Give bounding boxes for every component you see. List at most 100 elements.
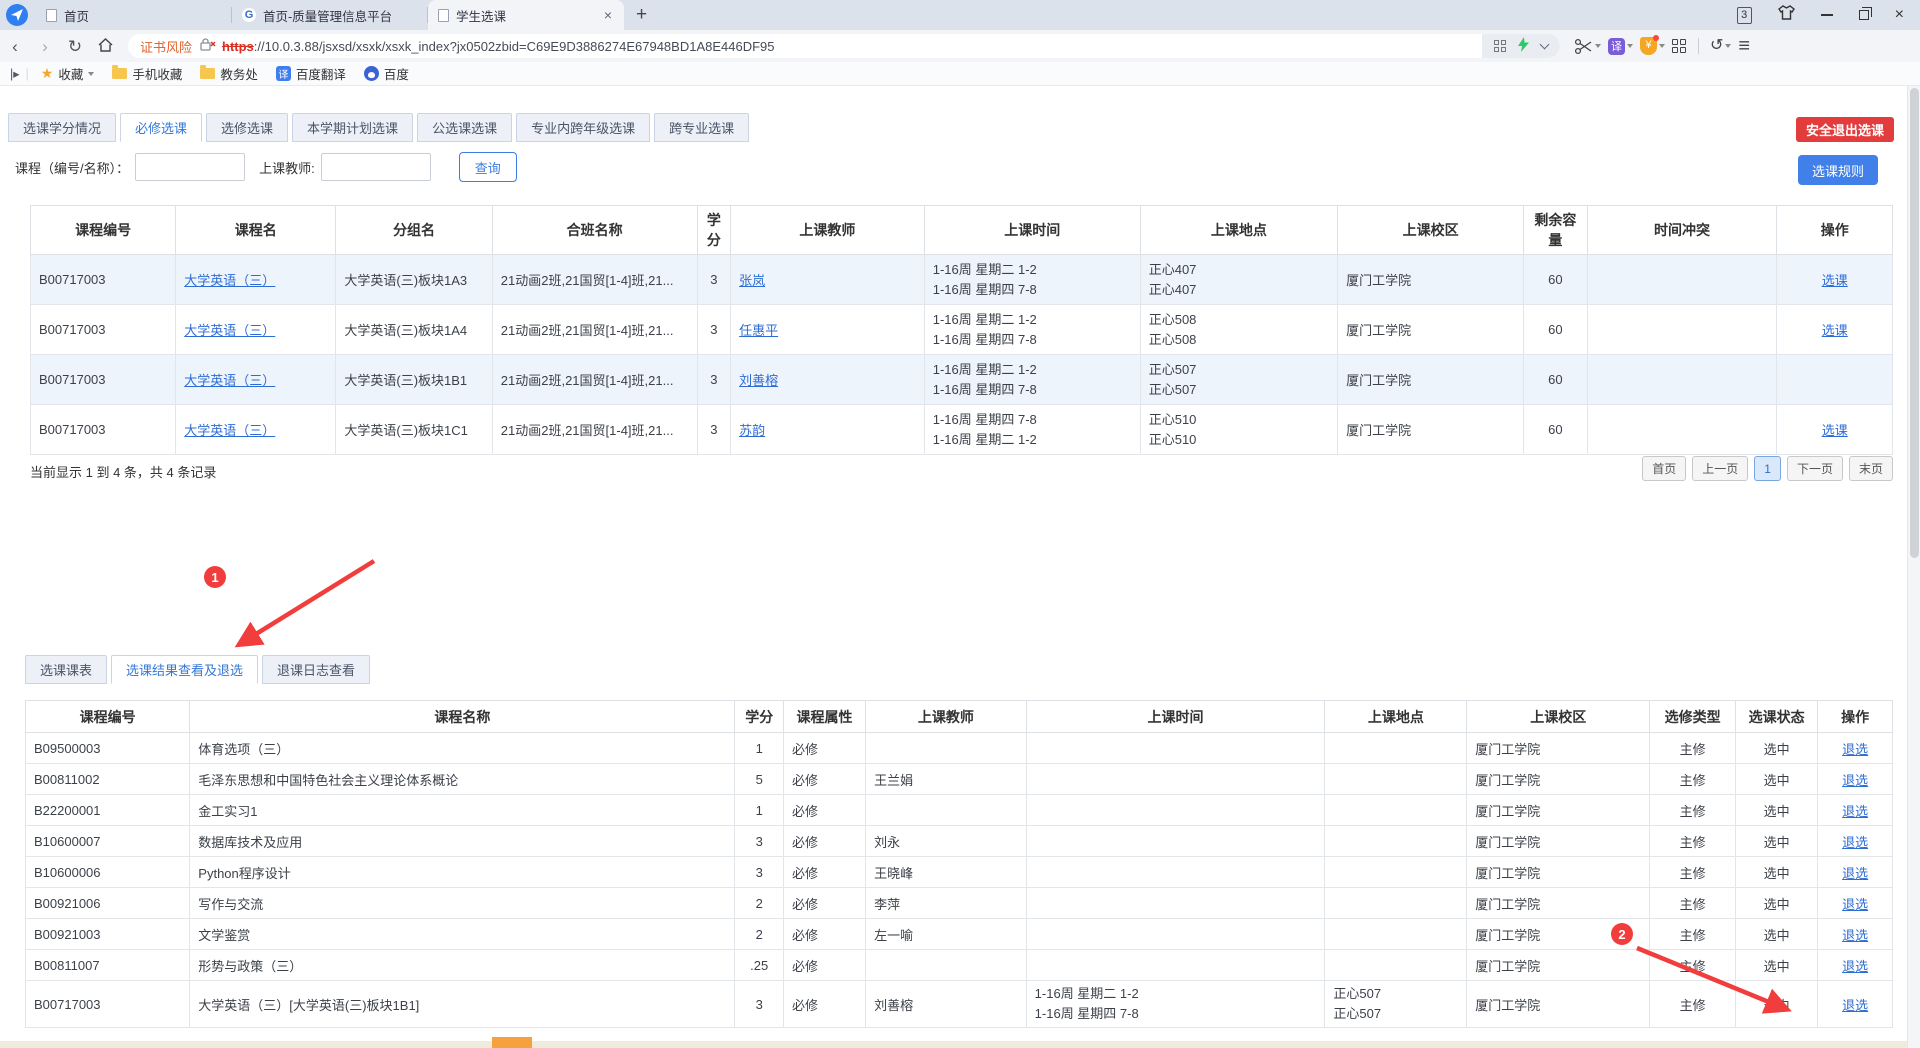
page-scrollbar[interactable] — [1907, 86, 1920, 1048]
screenshot-scissors-button[interactable] — [1574, 38, 1601, 55]
course-code: B00921006 — [34, 896, 101, 911]
caret-down-icon — [1595, 44, 1601, 48]
browser-logo-icon[interactable] — [6, 4, 28, 26]
teacher: 刘善榕 — [874, 998, 913, 1013]
elective-type: 主修 — [1680, 897, 1706, 912]
campus: 厦门工学院 — [1475, 928, 1540, 943]
withdraw-link[interactable]: 退选 — [1842, 998, 1868, 1013]
folder-icon — [112, 68, 127, 79]
select-course-link[interactable]: 选课 — [1822, 423, 1848, 438]
course-name: 数据库技术及应用 — [198, 835, 302, 850]
selected-course-row: B10600006Python程序设计3必修王晓峰厦门工学院主修选中退选 — [26, 857, 1893, 888]
teacher-filter-input[interactable] — [321, 153, 431, 181]
speed-lightning-icon[interactable] — [1518, 37, 1529, 55]
tab-course-5[interactable]: 专业内跨年级选课 — [516, 113, 650, 142]
selected-course-row: B22200001金工实习11必修厦门工学院主修选中退选 — [26, 795, 1893, 826]
course-name-link[interactable]: 大学英语（三） — [184, 323, 275, 338]
select-course-link[interactable]: 选课 — [1822, 273, 1848, 288]
teacher-link[interactable]: 苏韵 — [739, 423, 765, 438]
safe-logout-button[interactable]: 安全退出选课 — [1796, 117, 1894, 142]
tab-result-2[interactable]: 退课日志查看 — [262, 655, 370, 684]
bookmark-mobile-favorites[interactable]: 手机收藏 — [106, 64, 188, 83]
selection-status: 选中 — [1764, 773, 1790, 788]
class-time: 1-16周 星期四 7-8 — [1035, 1004, 1317, 1024]
course-name-link[interactable]: 大学英语（三） — [184, 373, 275, 388]
withdraw-link[interactable]: 退选 — [1842, 835, 1868, 850]
teacher-link[interactable]: 刘善榕 — [739, 373, 778, 388]
menu-hamburger-icon[interactable]: ≡ — [1738, 36, 1750, 56]
withdraw-link[interactable]: 退选 — [1842, 928, 1868, 943]
class-time: 1-16周 星期二 1-2 — [933, 260, 1132, 280]
withdraw-link[interactable]: 退选 — [1842, 866, 1868, 881]
bookmark-baidu-translate[interactable]: 译 百度翻译 — [270, 64, 352, 83]
url-field[interactable]: 证书风险 https://10.0.3.88/jsxsd/xsxk/xsxk_i… — [128, 34, 1560, 58]
withdraw-link[interactable]: 退选 — [1842, 959, 1868, 974]
selected-course-row: B00717003大学英语（三）[大学英语(三)板块1B1]3必修刘善榕1-16… — [26, 981, 1893, 1028]
scrollbar-thumb[interactable] — [1910, 88, 1919, 558]
home-icon[interactable] — [90, 38, 120, 55]
tab-count-badge[interactable]: 3 — [1737, 7, 1752, 24]
withdraw-link[interactable]: 退选 — [1842, 773, 1868, 788]
new-tab-button[interactable]: + — [624, 4, 659, 26]
class-time: 1-16周 星期四 7-8 — [933, 410, 1132, 430]
certificate-risk-label[interactable]: 证书风险 — [140, 37, 192, 56]
restore-button[interactable] — [1859, 10, 1869, 20]
bookmark-academic-office[interactable]: 教务处 — [194, 64, 264, 83]
apps-grid-icon[interactable] — [1672, 39, 1687, 54]
browser-tab-student-course[interactable]: 学生选课 × — [428, 0, 624, 30]
tab-result-0[interactable]: 选课课表 — [25, 655, 107, 684]
selection-rules-button[interactable]: 选课规则 — [1798, 155, 1878, 185]
wallet-shield-button[interactable]: ¥ — [1640, 37, 1665, 55]
folder-icon — [200, 68, 215, 79]
selection-status: 选中 — [1764, 959, 1790, 974]
course-name-link[interactable]: 大学英语（三） — [184, 273, 275, 288]
theme-shirt-icon[interactable] — [1778, 5, 1795, 25]
browser-tab-home[interactable]: 首页 — [36, 0, 232, 30]
bookmarks-bar: |▸ | ★ 收藏 手机收藏 教务处 译 百度翻译 百度 — [0, 62, 1920, 86]
select-course-link[interactable]: 选课 — [1822, 323, 1848, 338]
course-row: B00717003大学英语（三）大学英语(三)板块1B121动画2班,21国贸[… — [31, 355, 1893, 405]
withdraw-link[interactable]: 退选 — [1842, 804, 1868, 819]
forward-icon[interactable]: › — [30, 38, 60, 55]
course-code: B10600007 — [34, 834, 101, 849]
tab-course-0[interactable]: 选课学分情况 — [8, 113, 116, 142]
group-name: 大学英语(三)板块1C1 — [344, 423, 468, 438]
withdraw-link[interactable]: 退选 — [1842, 897, 1868, 912]
refresh-icon[interactable]: ↻ — [60, 38, 90, 55]
tab-close-icon[interactable]: × — [602, 7, 614, 23]
address-bar: ‹ › ↻ 证书风险 https://10.0.3.88/jsxsd/xsxk/… — [0, 30, 1920, 62]
pager-button-2[interactable]: 1 — [1754, 456, 1781, 481]
pager-button-4[interactable]: 末页 — [1849, 456, 1893, 481]
teacher-link[interactable]: 任惠平 — [739, 323, 778, 338]
course-filter-input[interactable] — [135, 153, 245, 181]
withdraw-link[interactable]: 退选 — [1842, 742, 1868, 757]
tab-course-3[interactable]: 本学期计划选课 — [292, 113, 413, 142]
query-button[interactable]: 查询 — [459, 152, 517, 182]
group-name: 大学英语(三)板块1A3 — [344, 273, 467, 288]
teacher-link[interactable]: 张岚 — [739, 273, 765, 288]
course-filter-label: 课程（编号/名称）： — [15, 158, 129, 177]
campus: 厦门工学院 — [1346, 273, 1411, 288]
pager-button-3[interactable]: 下一页 — [1787, 456, 1843, 481]
pager-button-1[interactable]: 上一页 — [1692, 456, 1748, 481]
close-button[interactable]: × — [1895, 7, 1904, 23]
undo-button[interactable]: ↺ — [1710, 38, 1731, 54]
tab-result-1[interactable]: 选课结果查看及退选 — [111, 655, 258, 684]
collapse-bookmarks-icon[interactable]: |▸ — [10, 66, 20, 81]
credits: 1 — [756, 803, 763, 818]
course-name-link[interactable]: 大学英语（三） — [184, 423, 275, 438]
toolbar-divider — [1698, 38, 1699, 54]
tab-course-2[interactable]: 选修选课 — [206, 113, 288, 142]
pager-button-0[interactable]: 首页 — [1642, 456, 1686, 481]
bookmark-baidu[interactable]: 百度 — [358, 64, 415, 83]
minimize-button[interactable] — [1821, 14, 1833, 16]
translate-button[interactable]: 译 — [1608, 38, 1633, 55]
browser-tab-platform[interactable]: G 首页-质量管理信息平台 — [232, 0, 428, 30]
chevron-down-icon[interactable] — [1540, 40, 1550, 50]
tab-course-1[interactable]: 必修选课 — [120, 113, 202, 142]
back-icon[interactable]: ‹ — [0, 38, 30, 55]
favorites-menu[interactable]: ★ 收藏 — [35, 64, 101, 83]
qr-code-icon[interactable] — [1494, 40, 1506, 52]
tab-course-4[interactable]: 公选课选课 — [417, 113, 512, 142]
tab-course-6[interactable]: 跨专业选课 — [654, 113, 749, 142]
